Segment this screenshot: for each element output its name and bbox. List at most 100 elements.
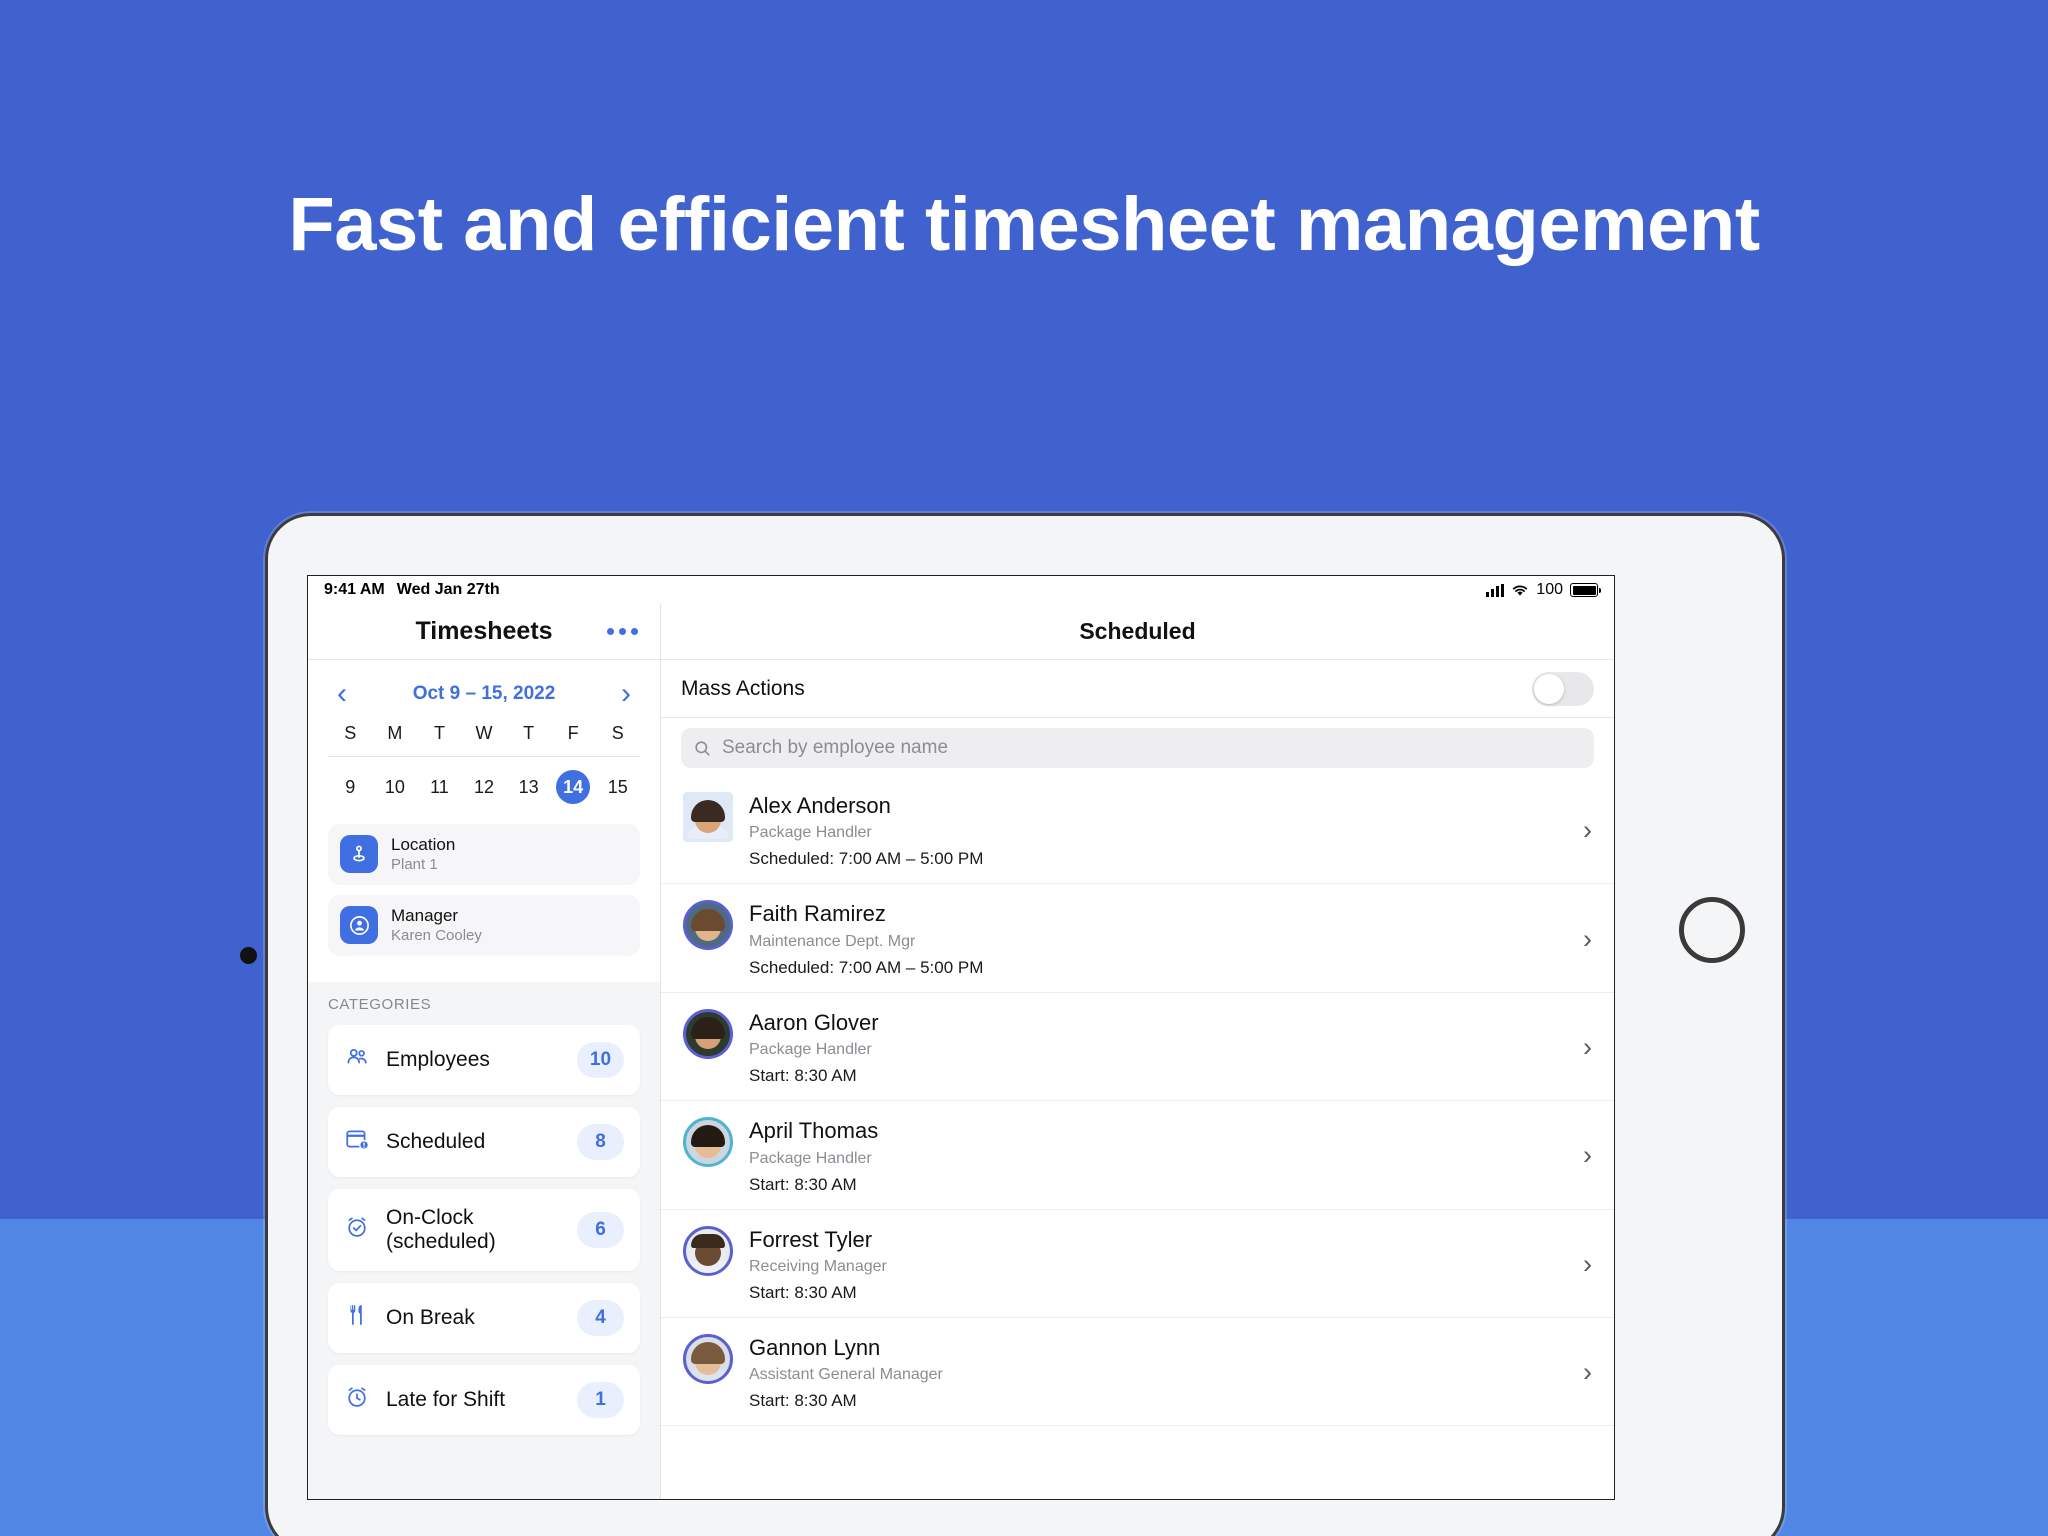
employee-list[interactable]: Alex Anderson Package Handler Scheduled:… — [661, 776, 1614, 1499]
tablet-screen: 9:41 AM Wed Jan 27th 100 Timesheets ‹ Oc… — [307, 575, 1615, 1500]
day-initials-row: S M T W T F S — [328, 723, 640, 757]
people-icon — [344, 1044, 370, 1075]
main-panel: Scheduled Mass Actions Search by employe… — [661, 604, 1614, 1499]
employee-name: Faith Ramirez — [749, 901, 886, 927]
week-range-label[interactable]: Oct 9 – 15, 2022 — [413, 683, 556, 705]
status-date: Wed Jan 27th — [396, 581, 500, 598]
chevron-right-icon[interactable]: › — [1583, 1140, 1594, 1171]
category-count-badge: 1 — [577, 1381, 624, 1418]
info-card-manager[interactable]: Manager Karen Cooley — [328, 894, 640, 956]
day-initial: T — [523, 723, 535, 743]
list-item[interactable]: Faith Ramirez Maintenance Dept. Mgr Sche… — [661, 884, 1614, 993]
day-cell-selected[interactable]: 14 — [551, 770, 596, 804]
day-cell[interactable]: 11 — [417, 770, 462, 804]
list-item[interactable]: April Thomas Package Handler Start: 8:30… — [661, 1101, 1614, 1210]
search-container — [661, 718, 1614, 776]
avatar — [683, 1225, 733, 1276]
category-label: Scheduled — [386, 1129, 486, 1153]
employee-role: Maintenance Dept. Mgr — [749, 932, 916, 950]
sidebar-item-scheduled[interactable]: Scheduled 8 — [328, 1106, 640, 1177]
mass-actions-row: Mass Actions — [661, 660, 1614, 718]
category-label: Late for Shift — [386, 1387, 506, 1411]
employee-schedule: Start: 8:30 AM — [749, 1174, 857, 1194]
list-item[interactable]: Aaron Glover Package Handler Start: 8:30… — [661, 993, 1614, 1102]
search-input[interactable] — [722, 737, 1582, 759]
promo-screenshot: Fast and efficient timesheet management … — [0, 0, 2048, 1536]
day-cell[interactable]: 13 — [506, 770, 551, 804]
day-initial: S — [344, 723, 357, 743]
employee-schedule: Start: 8:30 AM — [749, 1066, 857, 1086]
utensils-icon — [344, 1302, 370, 1333]
category-count-badge: 10 — [577, 1041, 624, 1078]
chevron-right-icon[interactable]: › — [1583, 815, 1594, 846]
chevron-right-icon[interactable]: › — [1583, 1357, 1594, 1388]
chevron-right-icon[interactable]: › — [612, 679, 640, 709]
info-card-title: Location — [391, 835, 456, 854]
sidebar-header: Timesheets — [308, 604, 660, 660]
category-label: On Break — [386, 1305, 475, 1329]
mass-actions-label: Mass Actions — [681, 676, 805, 700]
more-options-icon[interactable] — [607, 628, 638, 635]
info-card-title: Manager — [391, 905, 459, 925]
day-initial: F — [567, 723, 579, 743]
category-count-badge: 4 — [577, 1299, 624, 1336]
employee-role: Package Handler — [749, 824, 872, 842]
info-card-location[interactable]: Location Plant 1 — [328, 824, 640, 885]
page-title: Timesheets — [415, 617, 553, 645]
chevron-left-icon[interactable]: ‹ — [328, 679, 356, 709]
battery-icon — [1570, 583, 1601, 597]
promo-headline: Fast and efficient timesheet management — [288, 182, 1760, 267]
sidebar-item-late-for-shift[interactable]: Late for Shift 1 — [328, 1364, 640, 1435]
mass-actions-toggle[interactable] — [1532, 671, 1594, 706]
employee-schedule: Scheduled: 7:00 AM – 5:00 PM — [749, 957, 984, 977]
device-camera-dot — [240, 947, 257, 964]
employee-schedule: Scheduled: 7:00 AM – 5:00 PM — [749, 849, 984, 869]
search-box[interactable] — [681, 728, 1594, 768]
sidebar-item-on-break[interactable]: On Break 4 — [328, 1282, 640, 1353]
employee-name: April Thomas — [749, 1118, 879, 1144]
employee-role: Package Handler — [749, 1041, 872, 1059]
chevron-right-icon[interactable]: › — [1583, 1249, 1594, 1280]
wifi-icon — [1513, 585, 1528, 596]
avatar — [683, 1008, 733, 1059]
category-label: Employees — [386, 1047, 490, 1071]
day-initial: W — [475, 723, 493, 743]
info-card-subtitle: Plant 1 — [391, 856, 438, 874]
employee-name: Forrest Tyler — [749, 1226, 873, 1252]
list-item[interactable]: Gannon Lynn Assistant General Manager St… — [661, 1318, 1614, 1427]
status-time: 9:41 AM — [324, 581, 385, 598]
day-numbers-row: 9 10 11 12 13 14 15 — [328, 770, 640, 804]
employee-schedule: Start: 8:30 AM — [749, 1282, 857, 1302]
search-icon — [695, 740, 710, 756]
device-home-button[interactable] — [1679, 897, 1745, 963]
employee-role: Assistant General Manager — [749, 1366, 943, 1384]
main-title: Scheduled — [1079, 618, 1196, 644]
list-item[interactable]: Alex Anderson Package Handler Scheduled:… — [661, 776, 1614, 885]
location-pin-icon — [340, 835, 378, 874]
day-cell[interactable]: 12 — [462, 770, 507, 804]
sidebar-item-employees[interactable]: Employees 10 — [328, 1024, 640, 1095]
chevron-right-icon[interactable]: › — [1583, 924, 1594, 955]
category-label: On-Clock (scheduled) — [386, 1205, 496, 1253]
day-cell[interactable]: 9 — [328, 770, 373, 804]
day-initial: T — [433, 723, 445, 743]
chevron-right-icon[interactable]: › — [1583, 1032, 1594, 1063]
employee-schedule: Start: 8:30 AM — [749, 1391, 857, 1411]
battery-percent-label: 100 — [1536, 581, 1563, 598]
avatar — [683, 1333, 733, 1384]
day-cell[interactable]: 10 — [373, 770, 418, 804]
day-cell[interactable]: 15 — [595, 770, 640, 804]
avatar — [683, 792, 733, 842]
calendar-alert-icon — [344, 1126, 370, 1157]
list-item[interactable]: Forrest Tyler Receiving Manager Start: 8… — [661, 1210, 1614, 1318]
status-bar: 9:41 AM Wed Jan 27th 100 — [308, 576, 1614, 604]
sidebar-item-on-clock[interactable]: On-Clock (scheduled) 6 — [328, 1188, 640, 1271]
day-initial: S — [611, 723, 624, 743]
week-picker: ‹ Oct 9 – 15, 2022 › S M T W T F S 9 10 … — [308, 660, 660, 812]
avatar — [683, 1117, 733, 1168]
person-circle-icon — [340, 906, 378, 945]
signal-bars-icon — [1486, 583, 1505, 597]
employee-name: Aaron Glover — [749, 1009, 879, 1035]
categories-section: CATEGORIES Employees 10 Scheduled 8 On-C… — [308, 981, 660, 1499]
info-cards: Location Plant 1 Manager Karen Cooley — [308, 812, 660, 982]
